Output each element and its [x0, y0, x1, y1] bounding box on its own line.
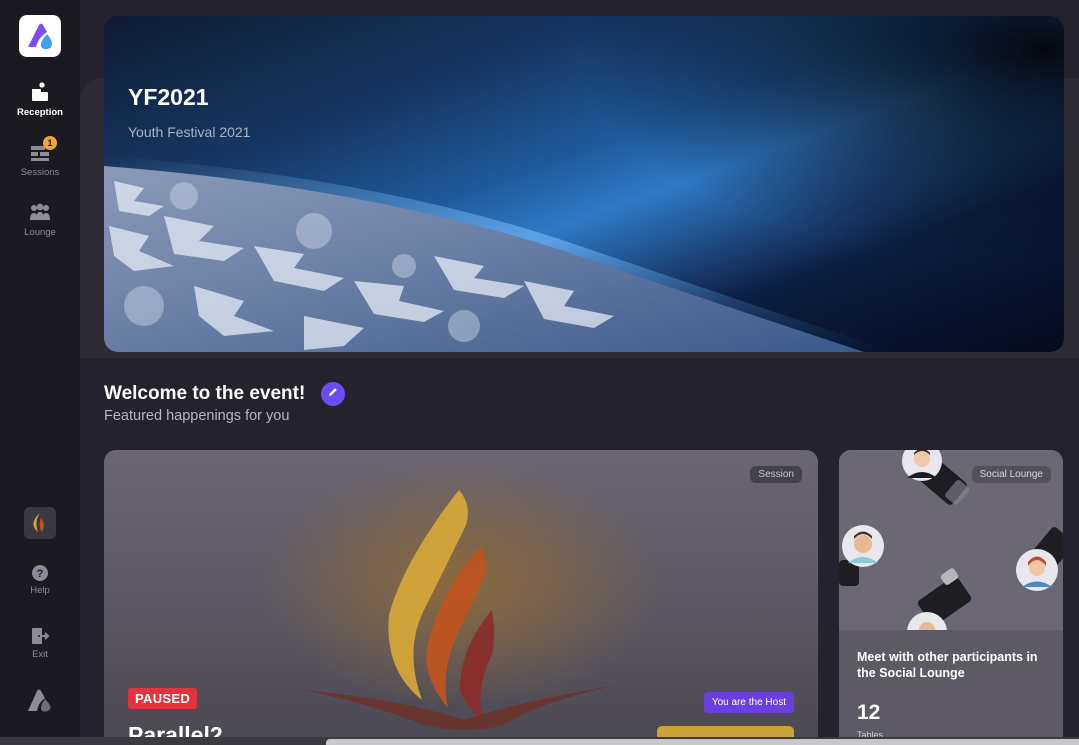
app-logo-icon[interactable] — [19, 15, 61, 57]
svg-text:?: ? — [37, 568, 44, 580]
app-window: Reception 1 Sessions Lounge ? Help Exit … — [0, 0, 1079, 745]
earth-horizon-image — [104, 156, 894, 352]
pencil-icon — [327, 385, 339, 403]
event-banner: YF2021 Youth Festival 2021 — [104, 16, 1064, 352]
sidebar-item-label: Lounge — [24, 227, 56, 238]
lounge-people-icon — [28, 200, 52, 224]
sidebar-item-lounge[interactable]: Lounge — [0, 200, 80, 238]
avatar — [1016, 549, 1058, 591]
sidebar-item-reception[interactable]: Reception — [0, 80, 80, 118]
edit-welcome-button[interactable] — [321, 382, 345, 406]
os-taskbar — [0, 737, 1079, 745]
sidebar-item-sessions[interactable]: 1 Sessions — [0, 136, 80, 178]
sessions-badge: 1 — [43, 136, 57, 150]
sidebar-item-label: Sessions — [20, 167, 60, 178]
help-icon: ? — [31, 564, 49, 582]
sidebar: Reception 1 Sessions Lounge ? Help Exit — [0, 0, 80, 737]
event-title: YF2021 — [128, 84, 209, 110]
reception-desk-icon — [28, 80, 52, 104]
session-card[interactable]: Session PAUSED You are the Host Parallel… — [104, 450, 818, 745]
session-tag: Session — [750, 466, 802, 483]
event-subtitle: Youth Festival 2021 — [128, 124, 251, 140]
lounge-description: Meet with other participants in the Soci… — [857, 650, 1038, 680]
welcome-heading: Welcome to the event! — [104, 383, 306, 404]
sidebar-item-label: Reception — [17, 107, 63, 118]
sidebar-item-exit[interactable]: Exit — [0, 626, 80, 660]
exit-icon — [30, 626, 50, 646]
brand-mark-icon — [26, 687, 54, 713]
sidebar-item-help[interactable]: ? Help — [0, 564, 80, 596]
lounge-card[interactable]: Social Lounge Meet with other participan… — [839, 450, 1063, 745]
status-badge: PAUSED — [128, 688, 198, 709]
welcome-subheading: Featured happenings for you — [104, 408, 290, 424]
sidebar-item-label: Help — [30, 585, 50, 596]
dock — [326, 739, 1079, 745]
sessions-icon: 1 — [28, 136, 57, 164]
lounge-tag: Social Lounge — [971, 466, 1051, 483]
avatar — [842, 525, 884, 567]
sidebar-item-label: Exit — [32, 649, 48, 660]
organizer-logo-icon[interactable] — [24, 507, 56, 539]
host-badge: You are the Host — [703, 692, 794, 713]
table-count: 12 — [857, 701, 881, 724]
